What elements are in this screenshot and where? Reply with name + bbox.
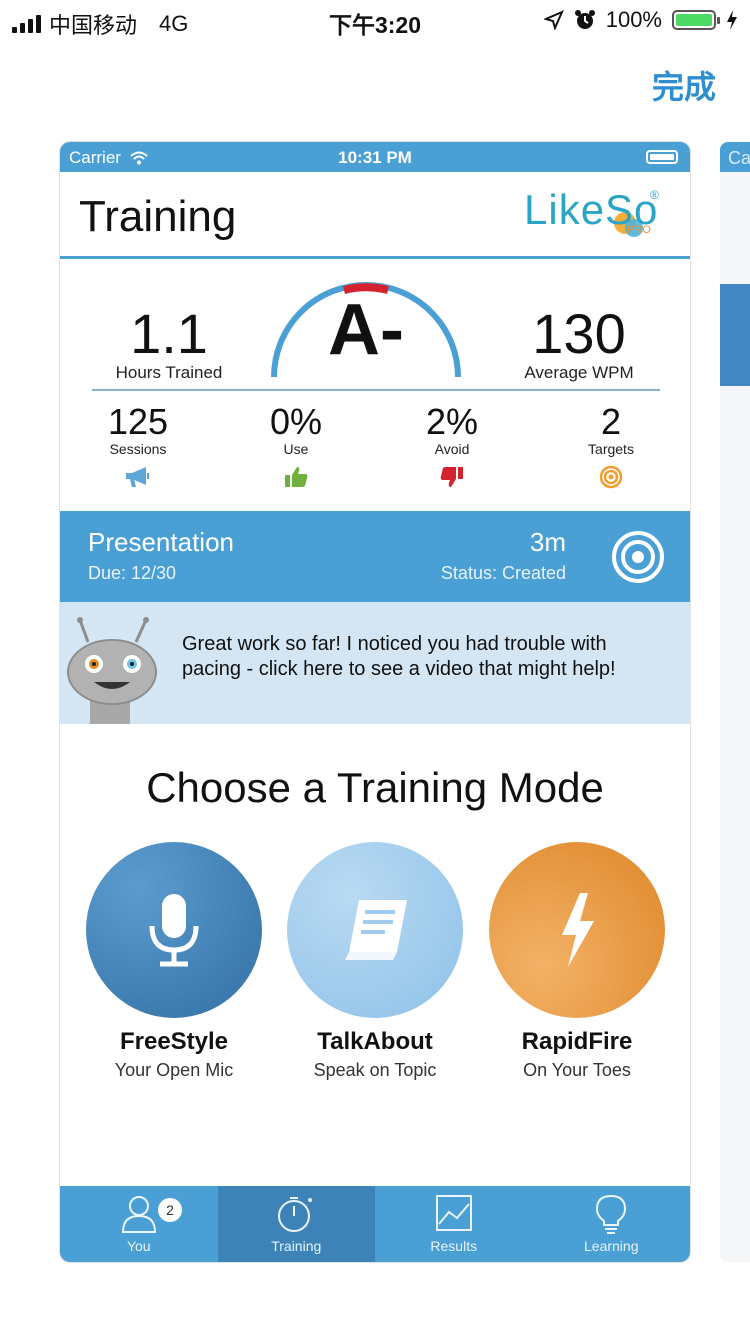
talkabout-sub: Speak on Topic	[313, 1060, 437, 1080]
presentation-banner[interactable]: Presentation Due: 12/30 3m Status: Creat…	[60, 511, 690, 602]
freestyle-mode-button[interactable]: FreeStyle Your Open Mic	[74, 842, 274, 1081]
average-wpm-label: Average WPM	[524, 363, 634, 382]
location-icon	[543, 10, 564, 30]
rapidfire-mode-button[interactable]: RapidFire On Your Toes	[477, 842, 677, 1081]
thumbs-up-icon	[285, 467, 308, 487]
rapidfire-sub: On Your Toes	[523, 1060, 631, 1080]
use-label: Use	[283, 441, 309, 457]
use-stat[interactable]: 0% Use	[241, 403, 351, 489]
next-card-block	[720, 284, 750, 386]
hours-trained-value: 1.1	[130, 302, 208, 365]
app-header: Training LikeSo PRO ®	[60, 172, 690, 259]
tab-results[interactable]: Results	[375, 1186, 533, 1262]
stats-divider	[92, 389, 660, 391]
logo-registered-mark: ®	[650, 188, 659, 202]
tab-results-label: Results	[430, 1238, 478, 1254]
tab-bar: 2 You Training Results Learning	[60, 1186, 690, 1262]
logo-pro-badge: PRO	[627, 224, 651, 236]
freestyle-circle[interactable]	[86, 842, 262, 1018]
presentation-due: Due: 12/30	[88, 563, 177, 583]
sessions-stat[interactable]: 125 Sessions	[83, 403, 193, 489]
status-icons: 100%	[543, 7, 738, 33]
presentation-target-icon	[612, 531, 664, 583]
tab-you[interactable]: 2 You	[60, 1186, 218, 1262]
chart-icon	[435, 1195, 472, 1231]
grade-value: A-	[328, 290, 404, 370]
page-title: Training	[79, 192, 237, 241]
sessions-label: Sessions	[109, 441, 167, 457]
thumbs-down-icon	[440, 467, 463, 487]
battery-percent: 100%	[605, 7, 662, 32]
app-battery-icon	[646, 150, 678, 164]
targets-value: 2	[600, 401, 622, 442]
rapidfire-name: RapidFire	[521, 1028, 633, 1055]
app-screenshot-card[interactable]: Carrier 10:31 PM Training LikeSo PRO ® 1…	[60, 142, 690, 1262]
avoid-value: 2%	[425, 401, 479, 442]
app-status-bar: Carrier 10:31 PM	[60, 142, 690, 172]
stopwatch-icon	[278, 1197, 313, 1232]
avoid-stat[interactable]: 2% Avoid	[397, 403, 507, 489]
app-time: 10:31 PM	[338, 148, 412, 167]
lightbulb-icon	[596, 1194, 627, 1234]
likeso-logo: LikeSo PRO ®	[524, 186, 664, 246]
charging-icon	[727, 10, 737, 30]
rapidfire-circle[interactable]	[489, 842, 665, 1018]
presentation-status: Status: Created	[440, 563, 566, 583]
person-icon	[121, 1196, 156, 1233]
average-wpm-value: 130	[532, 302, 626, 365]
coach-tip-message: Great work so far! I noticed you had tro…	[182, 633, 616, 680]
targets-label: Targets	[588, 441, 634, 457]
talkabout-name: TalkAbout	[317, 1028, 433, 1055]
talkabout-circle[interactable]	[287, 842, 463, 1018]
training-modes: FreeStyle Your Open Mic TalkAbout Speak …	[60, 842, 690, 1092]
stats-panel: 1.1 Hours Trained A- 130 Average WPM 125…	[60, 259, 690, 511]
battery-icon	[672, 10, 720, 30]
alarm-icon	[574, 10, 595, 29]
freestyle-name: FreeStyle	[119, 1028, 229, 1055]
average-wpm-stat: 130 Average WPM	[494, 305, 664, 383]
talkabout-mode-button[interactable]: TalkAbout Speak on Topic	[275, 842, 475, 1081]
section-title: Choose a Training Mode	[146, 764, 604, 811]
notification-badge: 2	[158, 1198, 182, 1222]
hours-trained-label: Hours Trained	[115, 363, 223, 382]
next-card-status: Ca	[720, 142, 750, 172]
presentation-title: Presentation	[88, 527, 234, 557]
lightning-icon	[562, 893, 594, 967]
system-status-bar: 中国移动 4G 下午3:20 100%	[0, 0, 750, 42]
avoid-label: Avoid	[434, 441, 470, 457]
hours-trained-stat: 1.1 Hours Trained	[84, 305, 254, 383]
coach-tip-banner[interactable]: Great work so far! I noticed you had tro…	[60, 602, 690, 724]
microphone-icon	[149, 894, 199, 967]
megaphone-icon	[126, 467, 149, 487]
done-button[interactable]: 完成	[652, 62, 716, 108]
robot-coach-icon	[67, 617, 157, 724]
tab-training-label: Training	[271, 1238, 322, 1254]
sessions-value: 125	[107, 401, 169, 442]
target-icon	[599, 465, 623, 489]
tab-learning[interactable]: Learning	[533, 1186, 691, 1262]
tab-learning-label: Learning	[584, 1238, 639, 1254]
targets-stat[interactable]: 2 Targets	[556, 403, 666, 489]
next-card-preview[interactable]: Ca	[720, 142, 750, 1262]
presentation-duration: 3m	[529, 527, 566, 557]
tab-you-label: You	[126, 1238, 151, 1254]
use-value: 0%	[269, 401, 323, 442]
tab-training[interactable]: Training	[217, 1186, 375, 1262]
freestyle-sub: Your Open Mic	[114, 1060, 234, 1080]
book-icon	[345, 900, 407, 960]
